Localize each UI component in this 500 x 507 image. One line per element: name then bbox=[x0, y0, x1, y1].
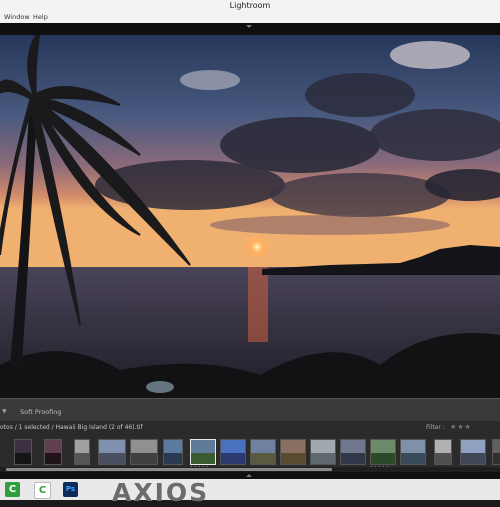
filmstrip-thumbnail[interactable] bbox=[310, 439, 336, 465]
camtasia-icon[interactable]: C bbox=[5, 482, 20, 497]
filmstrip-thumbnail[interactable] bbox=[370, 439, 396, 465]
rating-filter-stars-icon[interactable]: ★★★ bbox=[450, 423, 472, 431]
filmstrip-scroll-thumb[interactable] bbox=[6, 468, 332, 471]
filmstrip-thumbnail[interactable] bbox=[98, 439, 126, 465]
filmstrip-thumbnail[interactable] bbox=[340, 439, 366, 465]
filmstrip-thumbnail[interactable] bbox=[460, 439, 486, 465]
taskbar: C C Ps bbox=[0, 479, 500, 500]
filmstrip-header: otos / 1 selected / Hawaii Big Island (2… bbox=[0, 421, 500, 435]
window-title: Lightroom bbox=[229, 1, 271, 10]
collapse-top-icon[interactable] bbox=[246, 25, 252, 28]
photoshop-icon[interactable]: Ps bbox=[63, 482, 78, 497]
soft-proofing-label[interactable]: Soft Proofing bbox=[20, 408, 62, 416]
collapse-bottom-icon[interactable] bbox=[246, 474, 252, 477]
axios-watermark: AXIOS bbox=[112, 478, 210, 507]
filter-label[interactable]: Filter : bbox=[426, 424, 445, 431]
filmstrip-thumbnail-selected[interactable] bbox=[190, 439, 216, 465]
filmstrip-thumbnail[interactable] bbox=[44, 439, 62, 465]
filmstrip-thumbnail[interactable] bbox=[280, 439, 306, 465]
filmstrip-thumbnail[interactable] bbox=[14, 439, 32, 465]
filmstrip-thumbnail[interactable] bbox=[163, 439, 183, 465]
filmstrip-thumbnail[interactable] bbox=[74, 439, 90, 465]
menu-help[interactable]: Help bbox=[33, 13, 48, 21]
bottom-panel-toggle-strip[interactable] bbox=[0, 472, 500, 479]
menu-window[interactable]: Window bbox=[4, 13, 30, 21]
filmstrip-thumbnail[interactable] bbox=[434, 439, 452, 465]
loupe-toolbar: ▼ Soft Proofing bbox=[0, 398, 500, 422]
toolbar-dropdown-icon[interactable]: ▼ bbox=[2, 408, 7, 415]
filmstrip-thumbnail[interactable] bbox=[130, 439, 158, 465]
top-panel-toggle-strip[interactable] bbox=[0, 23, 500, 35]
window-titlebar: Lightroom bbox=[0, 0, 500, 12]
filmstrip-thumbnail[interactable] bbox=[400, 439, 426, 465]
camtasia-recorder-icon[interactable]: C bbox=[34, 482, 51, 499]
main-photo bbox=[0, 35, 500, 398]
filmstrip-thumbnail[interactable] bbox=[250, 439, 276, 465]
loupe-view[interactable] bbox=[0, 35, 500, 398]
filmstrip-thumbnail[interactable] bbox=[492, 439, 500, 465]
filmstrip-source-label[interactable]: otos / 1 selected / Hawaii Big Island (2… bbox=[0, 424, 143, 431]
filmstrip-thumbnail[interactable] bbox=[220, 439, 246, 465]
